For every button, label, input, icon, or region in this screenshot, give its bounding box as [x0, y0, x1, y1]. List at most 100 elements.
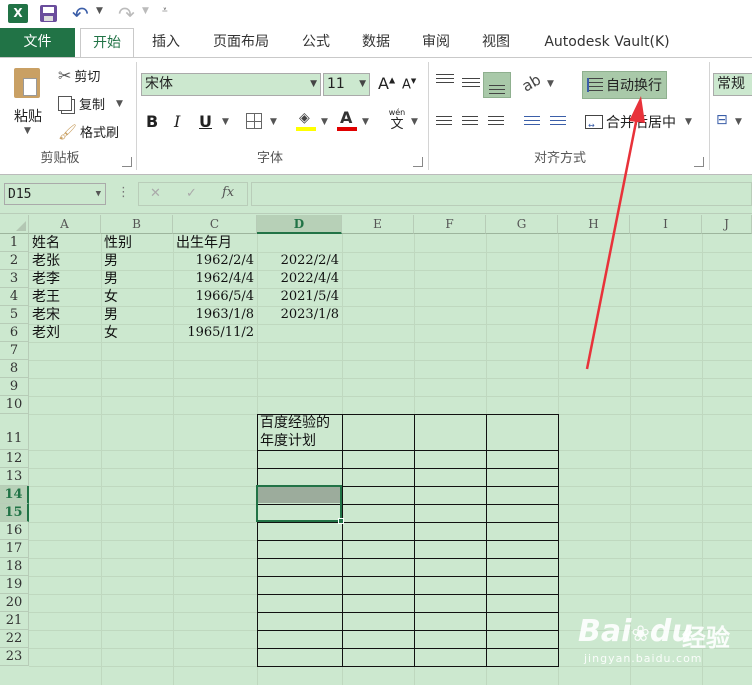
row-header-20[interactable]: 20 [0, 594, 29, 612]
row-header-4[interactable]: 4 [0, 288, 29, 306]
date-cell[interactable]: 2022/4/4 [257, 270, 342, 288]
row-header-21[interactable]: 21 [0, 612, 29, 630]
gender-cell[interactable]: 男 [101, 306, 173, 324]
row-header-9[interactable]: 9 [0, 378, 29, 396]
column-header-g[interactable]: G [486, 215, 558, 234]
gender-cell[interactable]: 女 [101, 324, 173, 342]
orientation-dropdown-icon[interactable]: ▼ [547, 79, 554, 89]
font-color-button[interactable]: A [337, 108, 357, 132]
save-icon[interactable] [40, 5, 57, 22]
date-cell[interactable]: 2021/5/4 [257, 288, 342, 306]
align-bottom-button[interactable] [483, 72, 511, 98]
row-header-18[interactable]: 18 [0, 558, 29, 576]
worksheet-grid[interactable]: ABCDEFGHIJ 1 2 3 4 5 6 7 8 9 10 11 12 13 14 15 16 17 18 19… [0, 215, 752, 685]
column-header-d[interactable]: D [257, 215, 342, 234]
align-center-icon[interactable] [462, 116, 478, 128]
align-middle-icon[interactable] [462, 78, 480, 88]
gender-cell[interactable]: 男 [101, 252, 173, 270]
gender-cell[interactable]: 女 [101, 288, 173, 306]
header-cell[interactable]: 姓名 [29, 234, 101, 252]
row-header-14[interactable]: 14 [0, 486, 29, 504]
undo-dropdown-icon[interactable]: ▼ [96, 6, 103, 16]
date-cell[interactable]: 2022/2/4 [257, 252, 342, 270]
birth-date-cell[interactable]: 1966/5/4 [173, 288, 257, 306]
row-header-1[interactable]: 1 [0, 234, 29, 252]
clipboard-launcher-icon[interactable] [122, 157, 132, 167]
shrink-font-button[interactable]: A▼ [402, 77, 416, 92]
bold-button[interactable]: B [146, 112, 158, 131]
birth-date-cell[interactable]: 1965/11/2 [173, 324, 257, 342]
row-header-2[interactable]: 2 [0, 252, 29, 270]
tab-formulas[interactable]: 公式 [292, 28, 340, 57]
name-cell[interactable]: 老宋 [29, 306, 101, 324]
birth-date-cell[interactable]: 1962/2/4 [173, 252, 257, 270]
column-header-c[interactable]: C [173, 215, 257, 234]
tab-autodesk-vault[interactable]: Autodesk Vault(K) [534, 28, 680, 57]
tab-view[interactable]: 视图 [472, 28, 520, 57]
plan-title-cell[interactable]: 百度经验的 年度计划 [257, 414, 342, 450]
name-cell[interactable]: 老张 [29, 252, 101, 270]
formula-input[interactable] [251, 182, 752, 206]
tab-home[interactable]: 开始 [80, 28, 134, 58]
underline-button[interactable]: U [199, 112, 212, 131]
row-header-15[interactable]: 15 [0, 504, 29, 522]
number-format-combobox[interactable]: 常规 [713, 73, 752, 96]
column-header-j[interactable]: J [702, 215, 752, 234]
alignment-launcher-icon[interactable] [694, 157, 704, 167]
row-header-12[interactable]: 12 [0, 450, 29, 468]
font-color-dropdown-icon[interactable]: ▼ [362, 117, 369, 127]
tab-review[interactable]: 审阅 [412, 28, 460, 57]
header-cell[interactable]: 出生年月 [173, 234, 257, 252]
column-header-f[interactable]: F [414, 215, 486, 234]
font-launcher-icon[interactable] [413, 157, 423, 167]
font-name-combobox[interactable]: 宋体 ▼ [141, 73, 321, 96]
column-header-e[interactable]: E [342, 215, 414, 234]
row-header-17[interactable]: 17 [0, 540, 29, 558]
undo-icon[interactable]: ↶ [72, 2, 89, 26]
row-header-3[interactable]: 3 [0, 270, 29, 288]
row-header-8[interactable]: 8 [0, 360, 29, 378]
redo-icon[interactable]: ↷ [118, 2, 135, 26]
phonetic-dropdown-icon[interactable]: ▼ [411, 117, 418, 127]
row-header-5[interactable]: 5 [0, 306, 29, 324]
column-header-i[interactable]: I [630, 215, 702, 234]
align-top-icon[interactable] [436, 74, 454, 88]
cancel-icon[interactable]: ✕ [150, 186, 161, 201]
increase-indent-icon[interactable] [550, 116, 566, 128]
italic-button[interactable]: I [174, 112, 180, 131]
align-right-icon[interactable] [488, 116, 504, 128]
enter-icon[interactable]: ✓ [186, 186, 197, 201]
active-cell-selection[interactable] [256, 485, 342, 522]
redo-dropdown-icon[interactable]: ▼ [142, 6, 149, 16]
row-header-11[interactable]: 11 [0, 414, 29, 450]
copy-button[interactable]: 复制 ▼ [58, 94, 123, 113]
row-header-13[interactable]: 13 [0, 468, 29, 486]
select-all-corner[interactable] [0, 215, 29, 234]
grow-font-button[interactable]: A▲ [378, 74, 395, 93]
row-header-7[interactable]: 7 [0, 342, 29, 360]
column-header-b[interactable]: B [101, 215, 173, 234]
row-header-6[interactable]: 6 [0, 324, 29, 342]
name-cell[interactable]: 老李 [29, 270, 101, 288]
name-box[interactable]: D15 ▼ [4, 183, 106, 205]
name-cell[interactable]: 老刘 [29, 324, 101, 342]
underline-dropdown-icon[interactable]: ▼ [222, 117, 229, 127]
row-header-19[interactable]: 19 [0, 576, 29, 594]
tab-page-layout[interactable]: 页面布局 [204, 28, 278, 57]
row-header-10[interactable]: 10 [0, 396, 29, 414]
row-header-23[interactable]: 23 [0, 648, 29, 666]
decrease-indent-icon[interactable] [524, 116, 540, 128]
fill-color-button[interactable]: ◈ [296, 110, 316, 132]
row-header-22[interactable]: 22 [0, 630, 29, 648]
wrap-text-button[interactable]: 自动换行 [582, 71, 667, 99]
gender-cell[interactable]: 男 [101, 270, 173, 288]
format-painter-button[interactable]: 🖌 格式刷 [58, 122, 119, 142]
font-size-combobox[interactable]: 11 ▼ [323, 73, 370, 96]
merge-center-button[interactable]: ↔ 合并后居中 ▼ [585, 112, 692, 132]
paste-button[interactable]: 粘贴 ▼ [8, 64, 48, 146]
birth-date-cell[interactable]: 1962/4/4 [173, 270, 257, 288]
align-left-icon[interactable] [436, 116, 452, 128]
fill-color-dropdown-icon[interactable]: ▼ [321, 117, 328, 127]
fill-handle[interactable] [338, 518, 344, 524]
insert-function-icon[interactable]: fx [222, 185, 234, 200]
